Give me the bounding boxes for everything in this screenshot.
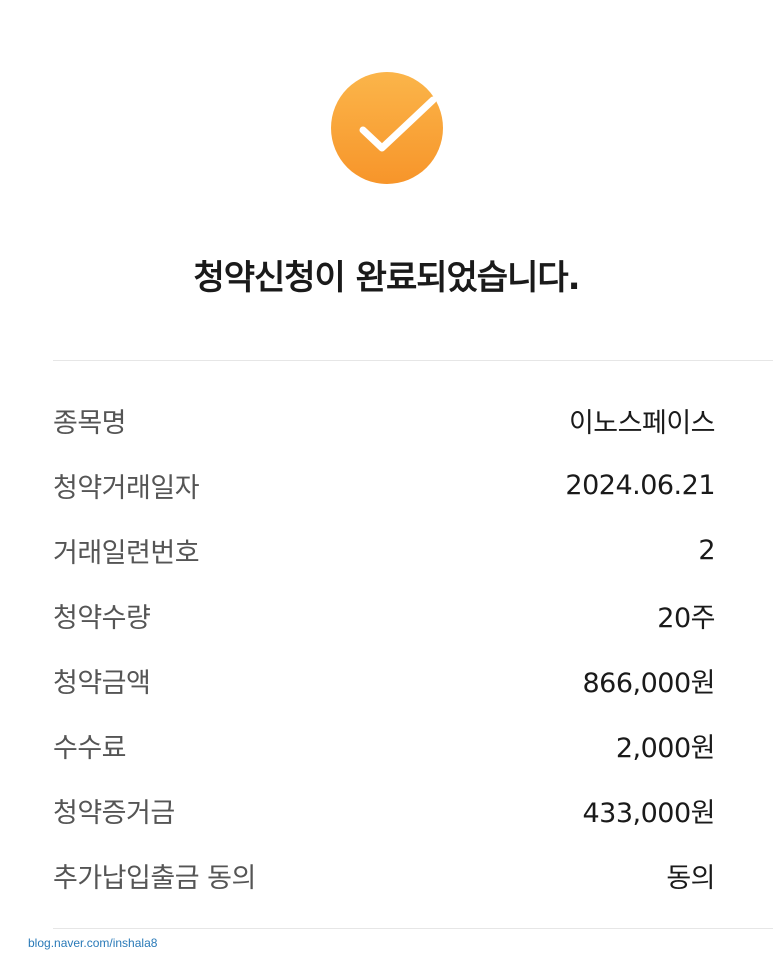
detail-list: 종목명 이노스페이스 청약거래일자 2024.06.21 거래일련번호 2 청약… <box>53 388 716 908</box>
detail-label: 청약거래일자 <box>53 473 200 504</box>
completion-title: 청약신청이 완료되었습니다. <box>193 258 580 298</box>
detail-value: 2 <box>698 535 715 566</box>
detail-row-quantity: 청약수량 20주 <box>53 583 715 648</box>
detail-label: 청약증거금 <box>53 798 175 829</box>
detail-value: 이노스페이스 <box>568 408 716 439</box>
detail-value: 866,000원 <box>582 668 716 699</box>
detail-row-additional-consent: 추가납입출금 동의 동의 <box>53 843 715 908</box>
detail-value: 2,000원 <box>615 733 716 764</box>
check-circle-icon <box>331 72 443 184</box>
detail-value: 동의 <box>666 863 715 894</box>
detail-label: 청약수량 <box>53 603 151 634</box>
detail-label: 청약금액 <box>53 668 151 699</box>
detail-label: 거래일련번호 <box>53 538 200 569</box>
detail-label: 추가납입출금 동의 <box>53 863 256 894</box>
detail-value: 433,000원 <box>582 798 716 829</box>
divider <box>53 360 773 361</box>
detail-label: 수수료 <box>53 733 127 764</box>
detail-row-serial-number: 거래일련번호 2 <box>53 518 715 583</box>
watermark-text: blog.naver.com/inshala8 <box>28 936 158 950</box>
detail-row-deposit: 청약증거금 433,000원 <box>53 778 715 843</box>
detail-row-fee: 수수료 2,000원 <box>53 713 716 778</box>
detail-value: 20주 <box>657 603 715 634</box>
detail-label: 종목명 <box>53 408 127 439</box>
detail-value: 2024.06.21 <box>565 470 715 501</box>
detail-row-trade-date: 청약거래일자 2024.06.21 <box>53 453 715 518</box>
detail-row-stock-name: 종목명 이노스페이스 <box>53 388 716 453</box>
detail-row-amount: 청약금액 866,000원 <box>53 648 715 713</box>
divider <box>53 928 773 929</box>
